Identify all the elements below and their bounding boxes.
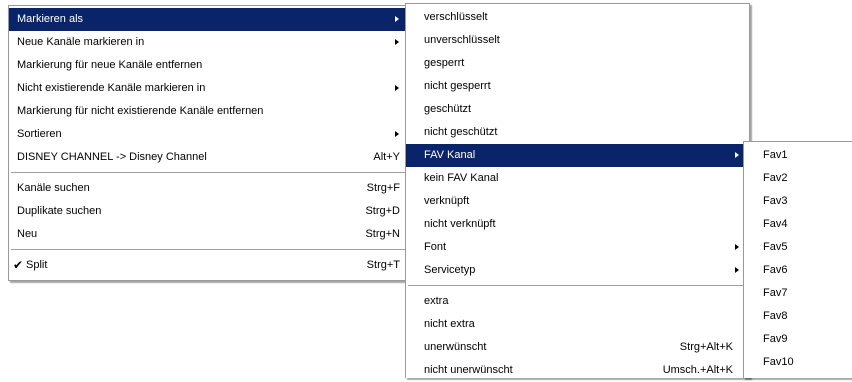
menu-item-label: Duplikate suchen xyxy=(17,205,102,217)
menu-item-verknuepft[interactable]: verknüpft xyxy=(406,190,749,213)
menu-separator xyxy=(9,246,409,254)
menu-item-fav7[interactable]: Fav7 xyxy=(744,282,852,305)
menu-item-label: nicht gesperrt xyxy=(424,80,491,92)
menu-item-shortcut: Umsch.+Alt+K xyxy=(662,364,733,376)
menu-item-label: Fav7 xyxy=(763,287,788,299)
menu-item-label: Neue Kanäle markieren in xyxy=(17,36,145,48)
menu-item-label: Fav4 xyxy=(763,218,788,230)
submenu-arrow-icon xyxy=(395,39,399,45)
menu-item-nicht-existierende-markieren[interactable]: Nicht existierende Kanäle markieren in xyxy=(9,77,409,100)
menu-item-fav9[interactable]: Fav9 xyxy=(744,328,852,351)
menu-item-fav-kanal[interactable]: FAV Kanal xyxy=(406,144,749,167)
menu-item-fav1[interactable]: Fav1 xyxy=(744,144,852,167)
menu-item-label: nicht extra xyxy=(424,318,475,330)
menu-item-gesperrt[interactable]: gesperrt xyxy=(406,52,749,75)
menu-item-font[interactable]: Font xyxy=(406,236,749,259)
menu-item-neue-kanaele-markieren[interactable]: Neue Kanäle markieren in xyxy=(9,31,409,54)
menu-item-kein-fav-kanal[interactable]: kein FAV Kanal xyxy=(406,167,749,190)
menu-item-label: kein FAV Kanal xyxy=(424,172,499,184)
menu-item-label: Fav6 xyxy=(763,264,788,276)
menu-item-markierung-neue-entfernen[interactable]: Markierung für neue Kanäle entfernen xyxy=(9,54,409,77)
menu-item-fav5[interactable]: Fav5 xyxy=(744,236,852,259)
menu-item-unverschluesselt[interactable]: unverschlüsselt xyxy=(406,29,749,52)
submenu-arrow-icon xyxy=(735,267,739,273)
menu-item-nicht-unerwuenscht[interactable]: nicht unerwünscht Umsch.+Alt+K xyxy=(406,359,749,382)
menu-item-kanaele-suchen[interactable]: Kanäle suchen Strg+F xyxy=(9,177,409,200)
menu-item-label: FAV Kanal xyxy=(424,149,476,161)
menu-item-label: Fav10 xyxy=(763,356,794,368)
menu-item-fav2[interactable]: Fav2 xyxy=(744,167,852,190)
menu-item-nicht-extra[interactable]: nicht extra xyxy=(406,313,749,336)
menu-item-verschluesselt[interactable]: verschlüsselt xyxy=(406,6,749,29)
context-menu: Markieren als Neue Kanäle markieren in M… xyxy=(8,5,410,281)
menu-item-label: nicht verknüpft xyxy=(424,218,496,230)
menu-item-label: Fav5 xyxy=(763,241,788,253)
menu-item-fav10[interactable]: Fav10 xyxy=(744,351,852,374)
menu-item-label: Servicetyp xyxy=(424,264,476,276)
menu-item-fav8[interactable]: Fav8 xyxy=(744,305,852,328)
menu-item-nicht-gesperrt[interactable]: nicht gesperrt xyxy=(406,75,749,98)
menu-item-label: Fav3 xyxy=(763,195,788,207)
menu-item-shortcut: Strg+Alt+K xyxy=(679,341,733,353)
menu-item-label: Fav2 xyxy=(763,172,788,184)
submenu-arrow-icon xyxy=(395,85,399,91)
menu-separator xyxy=(406,282,749,290)
menu-item-shortcut: Strg+D xyxy=(365,205,400,217)
menu-item-markierung-nicht-existierende-entfernen[interactable]: Markierung für nicht existierende Kanäle… xyxy=(9,100,409,123)
menu-item-label: verknüpft xyxy=(424,195,470,207)
menu-item-fav3[interactable]: Fav3 xyxy=(744,190,852,213)
menu-item-label: Sortieren xyxy=(17,128,62,140)
menu-item-fav4[interactable]: Fav4 xyxy=(744,213,852,236)
menu-item-markieren-als[interactable]: Markieren als xyxy=(9,8,409,31)
menu-item-label: nicht geschützt xyxy=(424,126,498,138)
menu-item-label: Neu xyxy=(17,228,38,240)
menu-item-label: unerwünscht xyxy=(424,341,487,353)
menu-item-unerwuenscht[interactable]: unerwünscht Strg+Alt+K xyxy=(406,336,749,359)
submenu-arrow-icon xyxy=(395,131,399,137)
submenu-arrow-icon xyxy=(735,244,739,250)
menu-item-shortcut: Strg+N xyxy=(365,228,400,240)
menu-item-label: Markierung für nicht existierende Kanäle… xyxy=(17,105,264,117)
menu-item-extra[interactable]: extra xyxy=(406,290,749,313)
menu-item-fav6[interactable]: Fav6 xyxy=(744,259,852,282)
menu-item-shortcut: Alt+Y xyxy=(373,151,400,163)
menu-item-label: gesperrt xyxy=(424,57,465,69)
submenu-arrow-icon xyxy=(735,152,739,158)
menu-item-shortcut: Strg+F xyxy=(366,182,400,194)
menu-item-label: geschützt xyxy=(424,103,472,115)
menu-item-label: Split xyxy=(26,259,48,271)
menu-item-nicht-geschuetzt[interactable]: nicht geschützt xyxy=(406,121,749,144)
mark-as-submenu: verschlüsselt unverschlüsselt gesperrt n… xyxy=(405,3,750,378)
menu-item-sortieren[interactable]: Sortieren xyxy=(9,123,409,146)
menu-item-duplikate-suchen[interactable]: Duplikate suchen Strg+D xyxy=(9,200,409,223)
menu-item-split[interactable]: ✔ Split Strg+T xyxy=(9,254,409,277)
menu-item-disney-channel-rename[interactable]: DISNEY CHANNEL -> Disney Channel Alt+Y xyxy=(9,146,409,169)
menu-item-label: nicht unerwünscht xyxy=(424,364,513,376)
menu-item-label: verschlüsselt xyxy=(424,11,488,23)
menu-item-servicetyp[interactable]: Servicetyp xyxy=(406,259,749,282)
menu-item-label: Font xyxy=(424,241,447,253)
menu-item-shortcut: Strg+T xyxy=(366,259,400,271)
menu-item-geschuetzt[interactable]: geschützt xyxy=(406,98,749,121)
menu-item-label: extra xyxy=(424,295,449,307)
menu-item-label: Fav9 xyxy=(763,333,788,345)
menu-item-label: Markieren als xyxy=(17,13,84,25)
menu-item-nicht-verknuepft[interactable]: nicht verknüpft xyxy=(406,213,749,236)
menu-item-neu[interactable]: Neu Strg+N xyxy=(9,223,409,246)
menu-item-label: DISNEY CHANNEL -> Disney Channel xyxy=(17,151,207,163)
submenu-arrow-icon xyxy=(395,16,399,22)
menu-item-label: Nicht existierende Kanäle markieren in xyxy=(17,82,206,94)
menu-separator xyxy=(9,169,409,177)
menu-item-label: unverschlüsselt xyxy=(424,34,500,46)
checkmark-icon: ✔ xyxy=(13,258,24,272)
menu-item-label: Kanäle suchen xyxy=(17,182,90,194)
menu-item-label: Markierung für neue Kanäle entfernen xyxy=(17,59,203,71)
menu-item-label: Fav1 xyxy=(763,149,788,161)
menu-item-label: Fav8 xyxy=(763,310,788,322)
fav-submenu: Fav1 Fav2 Fav3 Fav4 Fav5 Fav6 Fav7 Fav8 … xyxy=(743,141,852,378)
